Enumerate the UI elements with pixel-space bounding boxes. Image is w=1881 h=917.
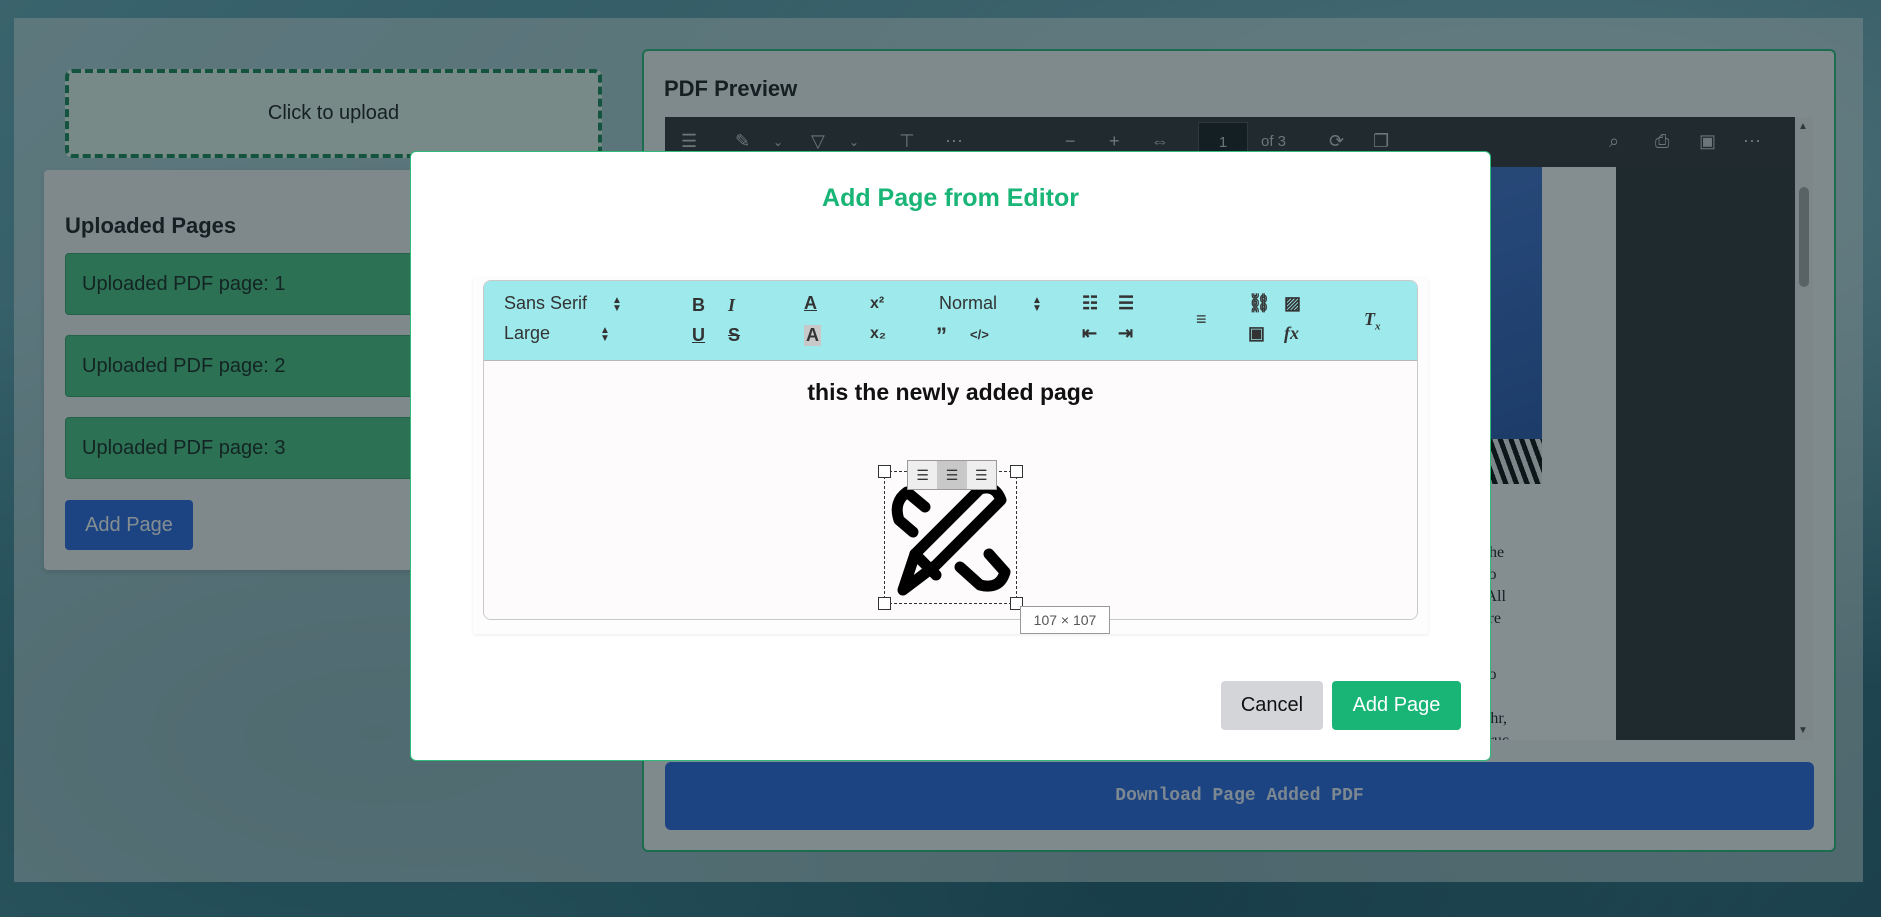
editor-image[interactable]: ☰ ☰ ☰ xyxy=(878,460,1023,610)
clear-format-icon[interactable]: Tx xyxy=(1364,309,1381,333)
ordered-list-icon[interactable]: ☷ xyxy=(1082,293,1098,314)
superscript-icon[interactable]: x² xyxy=(870,295,884,313)
editor-content-text: this the newly added page xyxy=(807,379,1094,405)
video-icon[interactable]: ▣ xyxy=(1248,323,1265,344)
align-right-icon[interactable]: ☰ xyxy=(967,461,996,489)
align-center-icon[interactable]: ☰ xyxy=(937,461,967,489)
pencil-ruler-icon xyxy=(891,482,1011,596)
add-page-modal: Add Page from Editor Sans Serif ▲ ▼ Large… xyxy=(410,151,1491,761)
underline-icon[interactable]: U xyxy=(692,325,705,346)
editor-content-area[interactable]: this the newly added page ☰ ☰ ☰ xyxy=(484,361,1417,619)
strike-icon[interactable]: S xyxy=(728,325,740,346)
editor-toolbar: Sans Serif ▲ ▼ Large ▲ ▼ B I U S A A x² x₂… xyxy=(484,281,1417,361)
select-arrows-icon: ▲ ▼ xyxy=(600,325,610,344)
image-size-label: 107 × 107 xyxy=(1020,606,1110,634)
link-icon[interactable]: ⛓ xyxy=(1248,293,1271,314)
select-arrows-icon: ▲ ▼ xyxy=(612,295,622,314)
outdent-icon[interactable]: ⇤ xyxy=(1082,323,1097,344)
align-left-icon[interactable]: ☰ xyxy=(908,461,937,489)
header-select[interactable]: Normal xyxy=(939,293,997,314)
blockquote-icon[interactable]: ” xyxy=(936,323,947,349)
formula-icon[interactable]: fx xyxy=(1284,323,1299,344)
code-block-icon[interactable]: </> xyxy=(970,327,989,342)
add-page-submit-button[interactable]: Add Page xyxy=(1332,681,1461,730)
background-color-icon[interactable]: A xyxy=(804,325,821,346)
rich-text-editor: Sans Serif ▲ ▼ Large ▲ ▼ B I U S A A x² x₂… xyxy=(483,280,1418,620)
italic-icon[interactable]: I xyxy=(728,295,735,316)
resize-handle[interactable] xyxy=(1010,465,1023,478)
select-arrows-icon: ▲ ▼ xyxy=(1032,295,1042,314)
image-icon[interactable]: ▨ xyxy=(1284,293,1301,314)
text-color-icon[interactable]: A xyxy=(804,293,817,314)
font-select[interactable]: Sans Serif xyxy=(504,293,587,314)
bullet-list-icon[interactable]: ☰ xyxy=(1118,293,1134,314)
subscript-icon[interactable]: x₂ xyxy=(870,325,886,343)
image-align-toolbar: ☰ ☰ ☰ xyxy=(907,460,997,490)
bold-icon[interactable]: B xyxy=(692,295,705,316)
cancel-button[interactable]: Cancel xyxy=(1221,681,1323,730)
resize-handle[interactable] xyxy=(878,597,891,610)
modal-title: Add Page from Editor xyxy=(822,184,1079,212)
resize-handle[interactable] xyxy=(878,465,891,478)
indent-icon[interactable]: ⇥ xyxy=(1118,323,1133,344)
align-icon[interactable]: ≡ xyxy=(1196,309,1207,330)
size-select[interactable]: Large xyxy=(504,323,550,344)
